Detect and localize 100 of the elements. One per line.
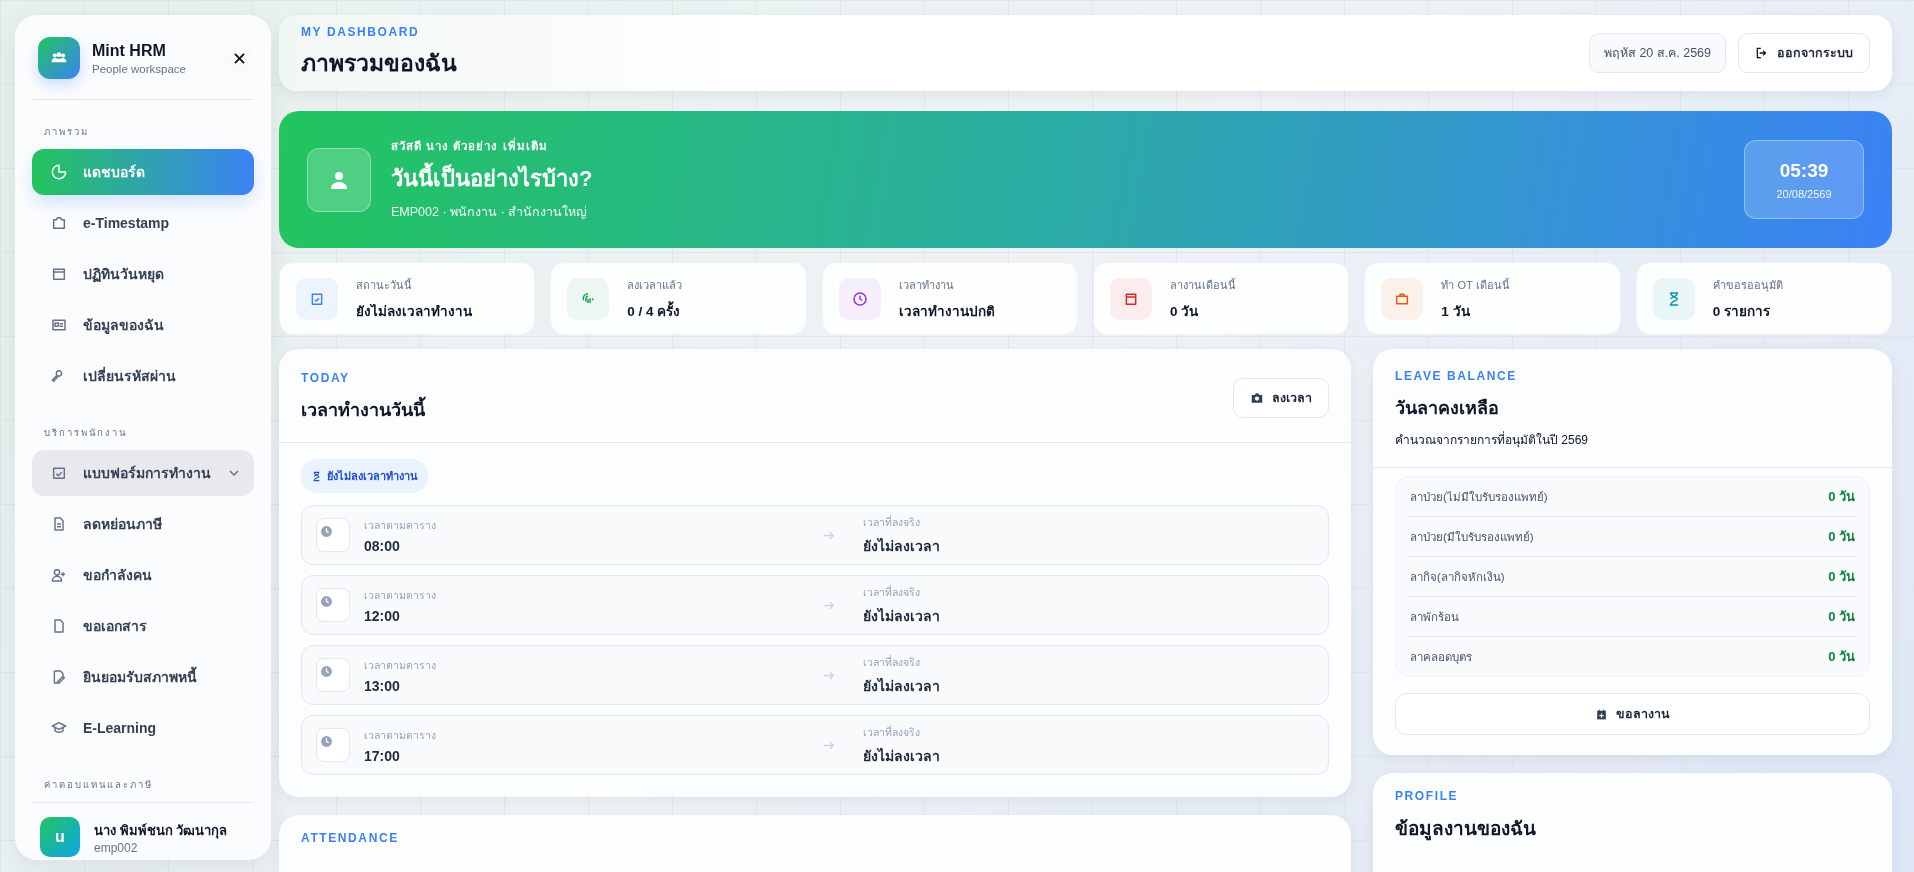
header-eyebrow: MY DASHBOARD [301, 25, 421, 39]
leave-type: ลากิจ(ลากิจหักเงิน) [1410, 569, 1505, 585]
leave-type: ลาคลอดบุตร [1410, 649, 1472, 666]
user-plus-icon [51, 567, 67, 583]
leave-balance: 0 วัน [1828, 488, 1855, 506]
scheduled-time: 12:00 [364, 607, 401, 624]
scheduled-label: เวลาตามตาราง [364, 657, 437, 673]
leave-balance: 0 วัน [1828, 608, 1855, 626]
stat-value: ยังไม่ลงเวลาทำงาน [356, 302, 472, 321]
nav-section-title: บริการพนักงาน [43, 426, 128, 440]
user-avatar: u [40, 817, 80, 857]
nav-item[interactable]: E-Learning [32, 705, 254, 751]
greeting-text: สวัสดี นาง ตัวอย่าง เพิ่มเติม [391, 137, 1724, 155]
page-title: ภาพรวมของฉัน [301, 49, 457, 78]
actual-label: เวลาที่ลงจริง [863, 654, 921, 670]
actual-label: เวลาที่ลงจริง [863, 724, 921, 740]
card-eyebrow: PROFILE [1395, 789, 1460, 803]
leave-type: ลาป่วย(ไม่มีใบรับรองแพทย์) [1410, 489, 1548, 505]
actual-time: ยังไม่ลงเวลา [863, 746, 941, 766]
employee-meta: EMP002 · พนักงาน · สำนักงานใหญ่ [391, 204, 589, 221]
file-icon [51, 618, 67, 634]
clock-icon [316, 588, 350, 622]
graduation-cap-icon [51, 720, 67, 736]
chevron-icon [228, 467, 240, 479]
card-subtitle: คำนวณจากรายการที่อนุมัติในปี 2569 [1395, 430, 1590, 449]
stat-value: เวลาทำงานปกติ [898, 302, 995, 321]
clock-date: 20/08/2569 [1776, 187, 1832, 200]
leave-balance: 0 วัน [1828, 648, 1855, 666]
nav-item[interactable]: ยินยอมรับสภาพหนี้ [32, 654, 254, 700]
stat-label: ทำ OT เดือนนี้ [1441, 277, 1510, 293]
user-name: นาง พิมพ์ชนก วัฒนากุล [94, 821, 228, 841]
nav-item[interactable]: แบบฟอร์มการทำงาน [32, 450, 254, 496]
hourglass-icon [311, 470, 322, 482]
leave-type: ลาพักร้อน [1410, 609, 1459, 625]
signature-icon [51, 669, 67, 685]
arrow-icon [823, 669, 835, 681]
arrow-icon [823, 529, 835, 541]
stat-label: สถานะวันนี้ [356, 277, 413, 293]
card-eyebrow: ATTENDANCE [301, 831, 400, 845]
close-icon [233, 52, 245, 64]
brand-name: Mint HRM [92, 41, 167, 60]
calendar-check-icon [51, 465, 67, 481]
logout-button[interactable]: ออกจากระบบ [1738, 33, 1870, 73]
nav-section-title: ค่าตอบแทนและภาษี [43, 778, 154, 792]
stat-value: 0 / 4 ครั้ง [627, 300, 682, 321]
nav-item[interactable]: ปฏิทินวันหยุด [32, 251, 254, 297]
user-icon [307, 147, 371, 212]
clock-time: 05:39 [1779, 159, 1829, 182]
request-leave-button[interactable]: ขอลางาน [1395, 693, 1870, 735]
calendar-plus-icon [1595, 707, 1608, 721]
scheduled-label: เวลาตามตาราง [364, 517, 437, 533]
banner-title: วันนี้เป็นอย่างไรบ้าง? [391, 161, 1724, 196]
actual-time: ยังไม่ลงเวลา [863, 606, 941, 626]
logout-icon [1755, 46, 1769, 60]
stat-label: ลงเวลาแล้ว [627, 277, 683, 293]
scheduled-time: 08:00 [364, 537, 401, 554]
scheduled-label: เวลาตามตาราง [364, 587, 437, 603]
card-title: เวลาทำงานวันนี้ [301, 395, 425, 424]
calendar-icon [51, 266, 67, 282]
stat-value: 0 รายการ [1712, 302, 1771, 321]
scheduled-label: เวลาตามตาราง [364, 727, 437, 743]
leave-balance: 0 วัน [1828, 528, 1855, 546]
user-id: emp002 [94, 840, 139, 855]
nav-item[interactable]: ขอเอกสาร [32, 603, 254, 649]
clock-icon [316, 658, 350, 692]
actual-time: ยังไม่ลงเวลา [863, 536, 941, 556]
nav-item[interactable]: เปลี่ยนรหัสผ่าน [32, 353, 254, 399]
arrow-icon [823, 599, 835, 611]
card-eyebrow: TODAY [301, 371, 351, 385]
arrow-icon [823, 739, 835, 751]
id-card-icon [51, 317, 67, 333]
actual-label: เวลาที่ลงจริง [863, 584, 921, 600]
scheduled-time: 17:00 [364, 747, 401, 764]
stat-value: 0 วัน [1170, 302, 1200, 321]
stat-label: เวลาทำงาน [898, 277, 955, 293]
date-chip: พฤหัส 20 ส.ค. 2569 [1588, 33, 1726, 73]
clock-icon [316, 518, 350, 552]
leave-type: ลาป่วย(มีใบรับรองแพทย์) [1410, 529, 1534, 545]
nav-item[interactable]: ลดหย่อนภาษี [32, 501, 254, 547]
document-icon [51, 516, 67, 532]
dashboard-icon [51, 164, 67, 180]
users-logo-icon [38, 37, 80, 79]
actual-label: เวลาที่ลงจริง [863, 514, 921, 530]
leave-balance: 0 วัน [1828, 568, 1855, 586]
nav-section-title: ภาพรวม [43, 125, 90, 139]
status-pill: ยังไม่ลงเวลาทำงาน [301, 459, 428, 493]
actual-time: ยังไม่ลงเวลา [863, 676, 941, 696]
nav-item[interactable]: ขอกำลังคน [32, 552, 254, 598]
nav-item[interactable]: ข้อมูลของฉัน [32, 302, 254, 348]
stat-label: ลางานเดือนนี้ [1170, 277, 1236, 293]
clock-in-button[interactable]: ลงเวลา [1233, 377, 1329, 418]
brand-subtitle: People workspace [92, 62, 187, 75]
clock-icon [316, 728, 350, 762]
nav-item[interactable]: e-Timestamp [32, 200, 254, 246]
stat-value: 1 วัน [1441, 302, 1471, 321]
card-title: วันลาคงเหลือ [1395, 397, 1500, 420]
stat-label: คำขอรออนุมัติ [1712, 277, 1783, 294]
card-title: ข้อมูลงานของฉัน [1395, 817, 1537, 843]
card-eyebrow: LEAVE BALANCE [1395, 369, 1518, 383]
scheduled-time: 13:00 [364, 677, 401, 694]
